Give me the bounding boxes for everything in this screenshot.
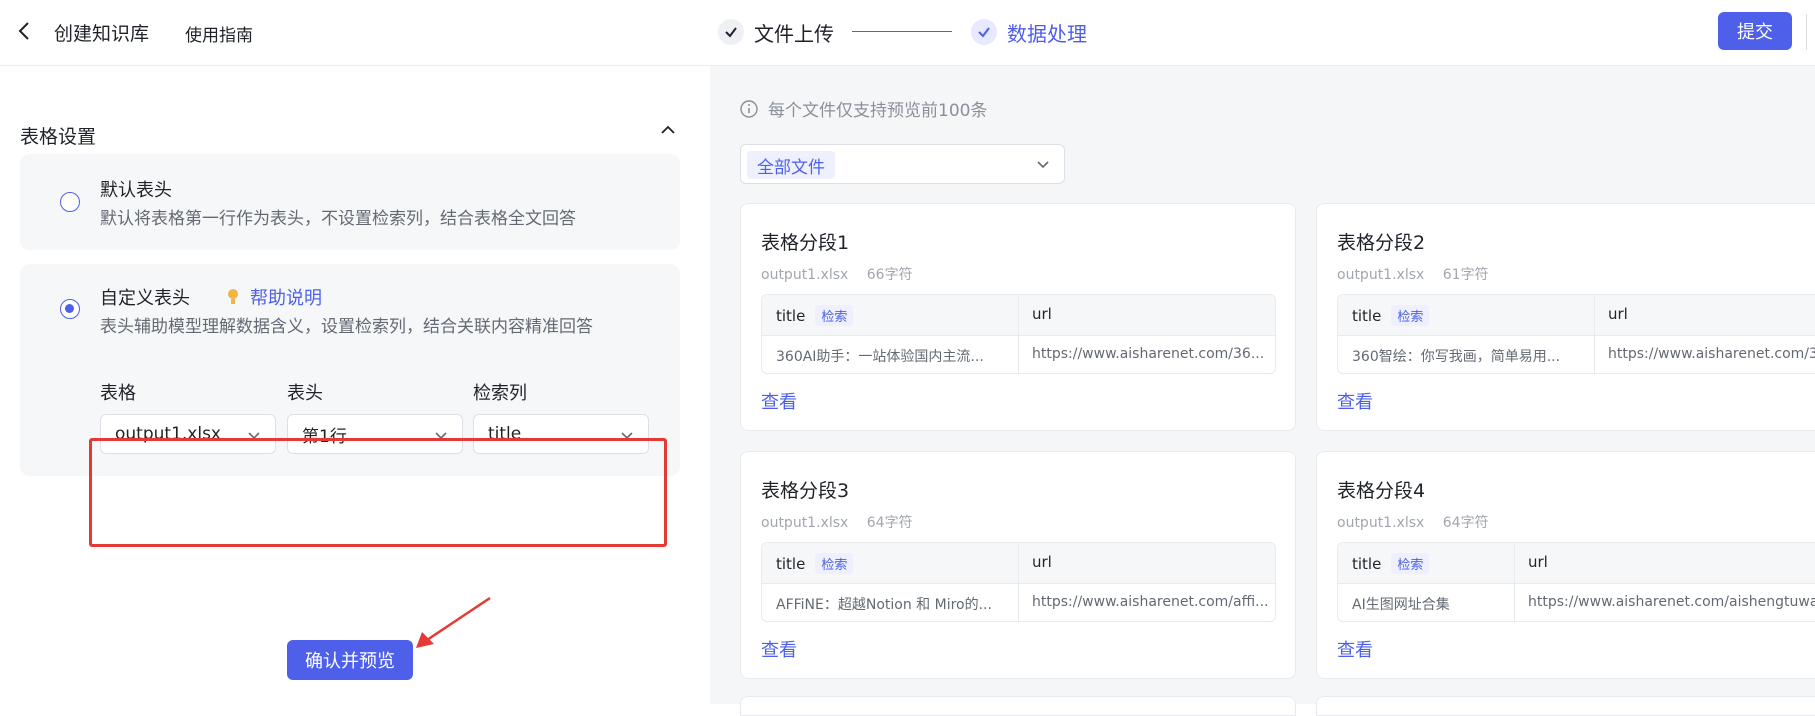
option-desc: 表头辅助模型理解数据含义，设置检索列，结合关联内容精准回答 xyxy=(100,317,593,337)
step-upload: 文件上传 xyxy=(718,16,834,48)
step-label: 数据处理 xyxy=(1007,21,1087,46)
segment-card: 表格分段4 output1.xlsx 64字符 title 检索 url AI生… xyxy=(1316,451,1815,679)
search-badge: 检索 xyxy=(1391,305,1430,326)
section-title: 表格设置 xyxy=(20,126,97,148)
chevron-up-icon[interactable] xyxy=(658,120,678,140)
page-title: 创建知识库 xyxy=(54,23,150,45)
submit-button[interactable]: 提交 xyxy=(1718,12,1792,50)
card-file: output1.xlsx xyxy=(761,267,849,283)
column-header-title: title 检索 xyxy=(776,553,854,574)
card-title: 表格分段4 xyxy=(1337,480,1426,502)
back-arrow-icon[interactable] xyxy=(14,20,36,42)
cell-title: AI生图网址合集 xyxy=(1352,597,1450,613)
card-meta: output1.xlsx 64字符 xyxy=(1337,512,1489,532)
view-link[interactable]: 查看 xyxy=(761,388,797,414)
segment-card: 表格分段2 output1.xlsx 61字符 title 检索 url 360… xyxy=(1316,203,1815,431)
card-chars: 64字符 xyxy=(1442,515,1489,531)
segment-card: 表格分段3 output1.xlsx 64字符 title 检索 url AFF… xyxy=(740,451,1296,679)
search-badge: 检索 xyxy=(1391,553,1430,574)
column-header-title: title 检索 xyxy=(776,305,854,326)
radio-default[interactable] xyxy=(60,192,80,212)
top-bar: 创建知识库 使用指南 文件上传 数据处理 提交 xyxy=(0,0,1815,66)
header-label: 表头 xyxy=(287,383,323,404)
cell-url: https://www.aisharenet.com/affi... xyxy=(1032,594,1267,610)
column-divider xyxy=(1594,295,1595,373)
preview-table: title 检索 url 360智绘：你写我画，简单易用... https://… xyxy=(1337,294,1815,374)
card-file: output1.xlsx xyxy=(1337,515,1425,531)
divider xyxy=(1806,14,1807,50)
file-filter-select[interactable]: 全部文件 xyxy=(740,144,1065,184)
column-divider xyxy=(1018,295,1019,373)
card-title: 表格分段2 xyxy=(1337,232,1426,254)
card-chars: 61字符 xyxy=(1442,267,1489,283)
preview-table: title 检索 url 360AI助手：一站体验国内主流... https:/… xyxy=(761,294,1276,374)
card-chars: 66字符 xyxy=(866,267,913,283)
column-header-url: url xyxy=(1032,305,1052,323)
segment-card-partial xyxy=(1316,696,1815,716)
annotation-arrow-icon xyxy=(416,596,491,648)
check-icon xyxy=(718,19,744,45)
radio-custom[interactable] xyxy=(60,299,80,319)
card-chars: 64字符 xyxy=(866,515,913,531)
column-divider xyxy=(1514,543,1515,621)
column-header-url: url xyxy=(1032,553,1052,571)
preview-table: title 检索 url AFFiNE：超越Notion 和 Miro的... … xyxy=(761,542,1276,622)
column-name: title xyxy=(776,306,806,325)
preview-panel: 每个文件仅支持预览前100条 全部文件 表格分段1 output1.xlsx 6… xyxy=(710,66,1815,716)
confirm-preview-button[interactable]: 确认并预览 xyxy=(287,640,413,680)
card-meta: output1.xlsx 61字符 xyxy=(1337,264,1489,284)
guide-link[interactable]: 使用指南 xyxy=(185,21,253,46)
segment-card-partial xyxy=(740,696,1296,716)
view-link[interactable]: 查看 xyxy=(761,636,797,662)
highlight-box xyxy=(89,438,667,547)
bulb-icon xyxy=(228,289,238,304)
cell-title: 360AI助手：一站体验国内主流... xyxy=(776,349,984,365)
column-header-title: title 检索 xyxy=(1352,553,1430,574)
help-link[interactable]: 帮助说明 xyxy=(226,284,322,310)
view-link[interactable]: 查看 xyxy=(1337,636,1373,662)
option-desc: 默认将表格第一行作为表头，不设置检索列，结合表格全文回答 xyxy=(100,209,576,229)
preview-tip: 每个文件仅支持预览前100条 xyxy=(740,96,987,121)
view-link[interactable]: 查看 xyxy=(1337,388,1373,414)
cell-url: https://www.aisharenet.com/36... xyxy=(1032,346,1265,362)
option-title: 自定义表头 xyxy=(100,288,190,309)
help-label: 帮助说明 xyxy=(250,288,322,309)
column-divider xyxy=(1018,543,1019,621)
column-header-url: url xyxy=(1608,305,1628,323)
card-meta: output1.xlsx 64字符 xyxy=(761,512,913,532)
filter-tag: 全部文件 xyxy=(747,151,835,179)
cell-title: 360智绘：你写我画，简单易用... xyxy=(1352,349,1561,365)
column-header-title: title 检索 xyxy=(1352,305,1430,326)
cell-url: https://www.aisharenet.com/36 xyxy=(1608,346,1815,362)
column-name: title xyxy=(1352,554,1382,573)
step-process: 数据处理 xyxy=(971,16,1087,48)
segment-card: 表格分段1 output1.xlsx 66字符 title 检索 url 360… xyxy=(740,203,1296,431)
card-title: 表格分段1 xyxy=(761,232,850,254)
table-label: 表格 xyxy=(100,383,136,404)
chevron-down-icon xyxy=(1037,161,1049,169)
card-file: output1.xlsx xyxy=(1337,267,1425,283)
step-label: 文件上传 xyxy=(754,21,834,46)
info-icon xyxy=(740,99,758,118)
search-badge: 检索 xyxy=(815,305,854,326)
card-meta: output1.xlsx 66字符 xyxy=(761,264,913,284)
column-name: title xyxy=(1352,306,1382,325)
preview-table: title 检索 url AI生图网址合集 https://www.aishar… xyxy=(1337,542,1815,622)
option-default-header[interactable]: 默认表头 默认将表格第一行作为表头，不设置检索列，结合表格全文回答 xyxy=(20,154,680,250)
column-header-url: url xyxy=(1528,553,1548,571)
table-settings-panel: 表格设置 默认表头 默认将表格第一行作为表头，不设置检索列，结合表格全文回答 自… xyxy=(0,66,710,704)
card-file: output1.xlsx xyxy=(761,515,849,531)
cell-url: https://www.aisharenet.com/aishengtuwan xyxy=(1528,594,1815,610)
check-icon xyxy=(971,19,997,45)
search-column-label: 检索列 xyxy=(473,383,527,404)
tip-text: 每个文件仅支持预览前100条 xyxy=(768,101,988,121)
card-title: 表格分段3 xyxy=(761,480,850,502)
option-title: 默认表头 xyxy=(100,180,172,201)
cell-title: AFFiNE：超越Notion 和 Miro的... xyxy=(776,597,992,613)
column-name: title xyxy=(776,554,806,573)
search-badge: 检索 xyxy=(815,553,854,574)
step-connector xyxy=(852,31,952,32)
